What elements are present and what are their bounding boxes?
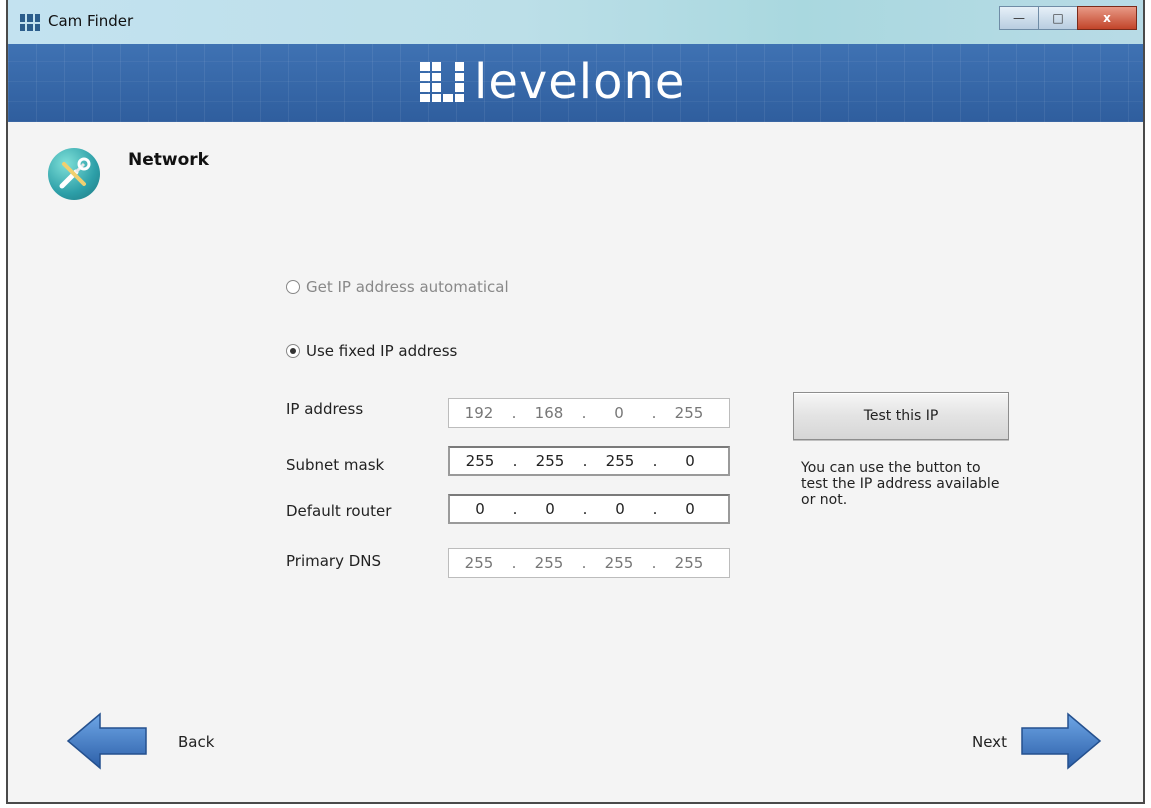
octet[interactable]: 255 — [450, 452, 510, 470]
window-controls: — □ x — [999, 6, 1137, 30]
fixed-ip-radio[interactable] — [286, 344, 300, 358]
title-bar[interactable]: Cam Finder — □ x — [8, 0, 1143, 45]
primary-dns-label: Primary DNS — [286, 552, 382, 570]
octet[interactable]: 168 — [519, 404, 579, 422]
back-arrow-icon[interactable] — [66, 712, 148, 770]
primary-dns-field[interactable]: 255. 255. 255. 255 — [448, 548, 730, 578]
octet[interactable]: 0 — [520, 500, 580, 518]
subnet-mask-label: Subnet mask — [286, 456, 385, 474]
section-title: Network — [128, 150, 209, 170]
auto-ip-label: Get IP address automatical — [306, 278, 509, 296]
window-title: Cam Finder — [48, 12, 134, 30]
back-button[interactable]: Back — [178, 733, 214, 751]
close-button[interactable]: x — [1077, 6, 1137, 30]
maximize-button[interactable]: □ — [1038, 6, 1078, 30]
brand-banner: levelone — [8, 44, 1143, 122]
octet[interactable]: 255 — [519, 554, 579, 572]
octet[interactable]: 0 — [589, 404, 649, 422]
default-router-field[interactable]: 0. 0. 0. 0 — [448, 494, 730, 524]
test-ip-button[interactable]: Test this IP — [793, 392, 1009, 440]
octet[interactable]: 0 — [660, 500, 720, 518]
octet[interactable]: 255 — [449, 554, 509, 572]
ip-address-label: IP address — [286, 400, 364, 418]
ip-address-field[interactable]: 192. 168. 0. 255 — [448, 398, 730, 428]
logo-mark-icon — [420, 62, 464, 102]
fixed-ip-label: Use fixed IP address — [306, 342, 458, 360]
subnet-mask-field[interactable]: 255. 255. 255. 0 — [448, 446, 730, 476]
octet[interactable]: 255 — [520, 452, 580, 470]
octet[interactable]: 0 — [590, 500, 650, 518]
cam-finder-window: Cam Finder — □ x levelone Network Get IP… — [6, 0, 1145, 804]
octet[interactable]: 0 — [660, 452, 720, 470]
test-ip-hint: You can use the button to test the IP ad… — [801, 460, 1000, 508]
octet[interactable]: 255 — [659, 554, 719, 572]
levelone-logo: levelone — [420, 54, 685, 110]
app-icon — [20, 14, 40, 31]
octet[interactable]: 0 — [450, 500, 510, 518]
octet[interactable]: 255 — [589, 554, 649, 572]
minimize-button[interactable]: — — [999, 6, 1039, 30]
octet[interactable]: 255 — [590, 452, 650, 470]
next-arrow-icon[interactable] — [1020, 712, 1102, 770]
auto-ip-radio[interactable] — [286, 280, 300, 294]
octet[interactable]: 255 — [659, 404, 719, 422]
octet[interactable]: 192 — [449, 404, 509, 422]
auto-ip-option[interactable]: Get IP address automatical — [286, 278, 509, 296]
default-router-label: Default router — [286, 502, 392, 520]
next-button[interactable]: Next — [972, 733, 1007, 751]
logo-text: levelone — [474, 54, 686, 110]
fixed-ip-option[interactable]: Use fixed IP address — [286, 342, 457, 360]
tools-icon — [48, 148, 100, 200]
